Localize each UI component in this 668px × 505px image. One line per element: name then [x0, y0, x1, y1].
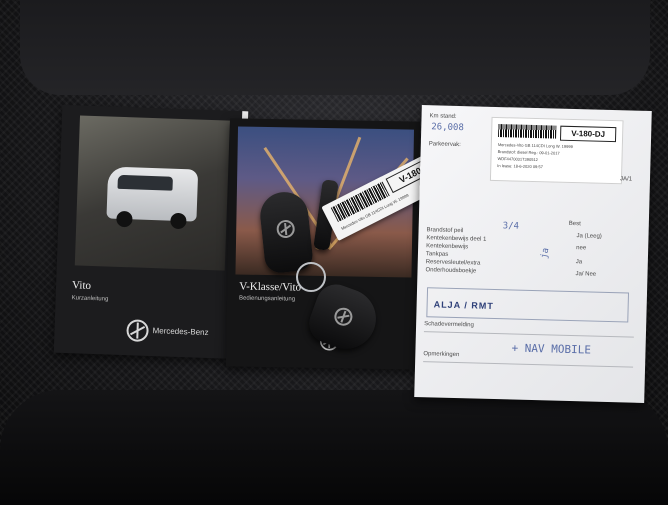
- vito-title: Vito: [71, 279, 92, 292]
- parking-label: Parkeervak:: [428, 141, 461, 149]
- sticker-barcode: [498, 124, 557, 139]
- check-line: Kentekenbewijs deel 1: [426, 235, 487, 243]
- stamp-text: ALJA / RMT: [433, 299, 494, 311]
- form-rule: [423, 361, 634, 368]
- vito-subtitle: Kurzanleitung: [71, 295, 109, 303]
- van-image: [106, 166, 199, 230]
- vito-brand: Mercedes-Benz: [152, 326, 209, 338]
- handwritten-check: ja: [539, 247, 552, 260]
- check-line: Kentekenbewijs: [426, 243, 469, 251]
- key-star-icon: [275, 219, 296, 239]
- seat-backrest: [20, 0, 650, 95]
- seat-cushion-edge: [0, 390, 668, 505]
- sticker-license-plate: V-180-DJ: [559, 125, 617, 143]
- vehicle-sticker: V-180-DJ Mercedes-Vito GB 114CDI Long W.…: [489, 116, 624, 185]
- handwritten-remark: + NAV MOBILE: [511, 341, 592, 357]
- vito-cover-photo: [74, 115, 230, 271]
- form-rule: [423, 331, 634, 338]
- damage-label: Schadevermelding: [424, 321, 474, 329]
- vklasse-subtitle: Bedienungsanleitung: [238, 295, 296, 303]
- key-ring: [296, 262, 326, 292]
- mercedes-star-icon: [126, 319, 149, 342]
- check-line: Onderhoudsboekje: [425, 267, 477, 275]
- check-line: Reservesleutel/extra: [425, 259, 481, 267]
- van-windshield: [117, 174, 173, 191]
- dealer-stamp: ALJA / RMT: [426, 287, 630, 323]
- key-star-icon: [331, 305, 355, 329]
- van-wheel-front: [116, 210, 133, 228]
- check-header: Best: [568, 220, 581, 228]
- remarks-label: Opmerkingen: [423, 351, 460, 359]
- handwritten-fuel: 3/4: [502, 221, 520, 232]
- km-value: 26,008: [431, 122, 464, 134]
- check-line: Tankpas: [425, 251, 449, 258]
- handover-form: Km stand: 26,008 Parkeervak: V-180-DJ Me…: [414, 105, 652, 403]
- corner-mark: JA/1: [619, 176, 633, 183]
- check-option: Ja (Leeg): [576, 233, 602, 240]
- check-option: Ja: [575, 259, 583, 266]
- check-option: Ja/ Nee: [575, 271, 597, 278]
- sticker-line: Brandstof: diesel Reg.: 09-01-2017: [497, 149, 560, 156]
- sticker-line: In lease: 18-6-2020 09:57: [497, 163, 543, 170]
- sticker-line: WDF4470031T390512: [497, 156, 539, 163]
- sticker-line: Mercedes-Vito GB 114CDI Long W. 19999: [497, 142, 573, 150]
- check-line: Brandstof peil: [426, 227, 464, 235]
- check-option: nee: [576, 245, 587, 252]
- vklasse-title: V-Klasse/Vito: [239, 280, 302, 294]
- km-label: Km stand:: [429, 113, 457, 120]
- van-wheel-rear: [170, 212, 187, 230]
- vito-booklet: Vito Kurzanleitung Mercedes-Benz: [53, 104, 249, 360]
